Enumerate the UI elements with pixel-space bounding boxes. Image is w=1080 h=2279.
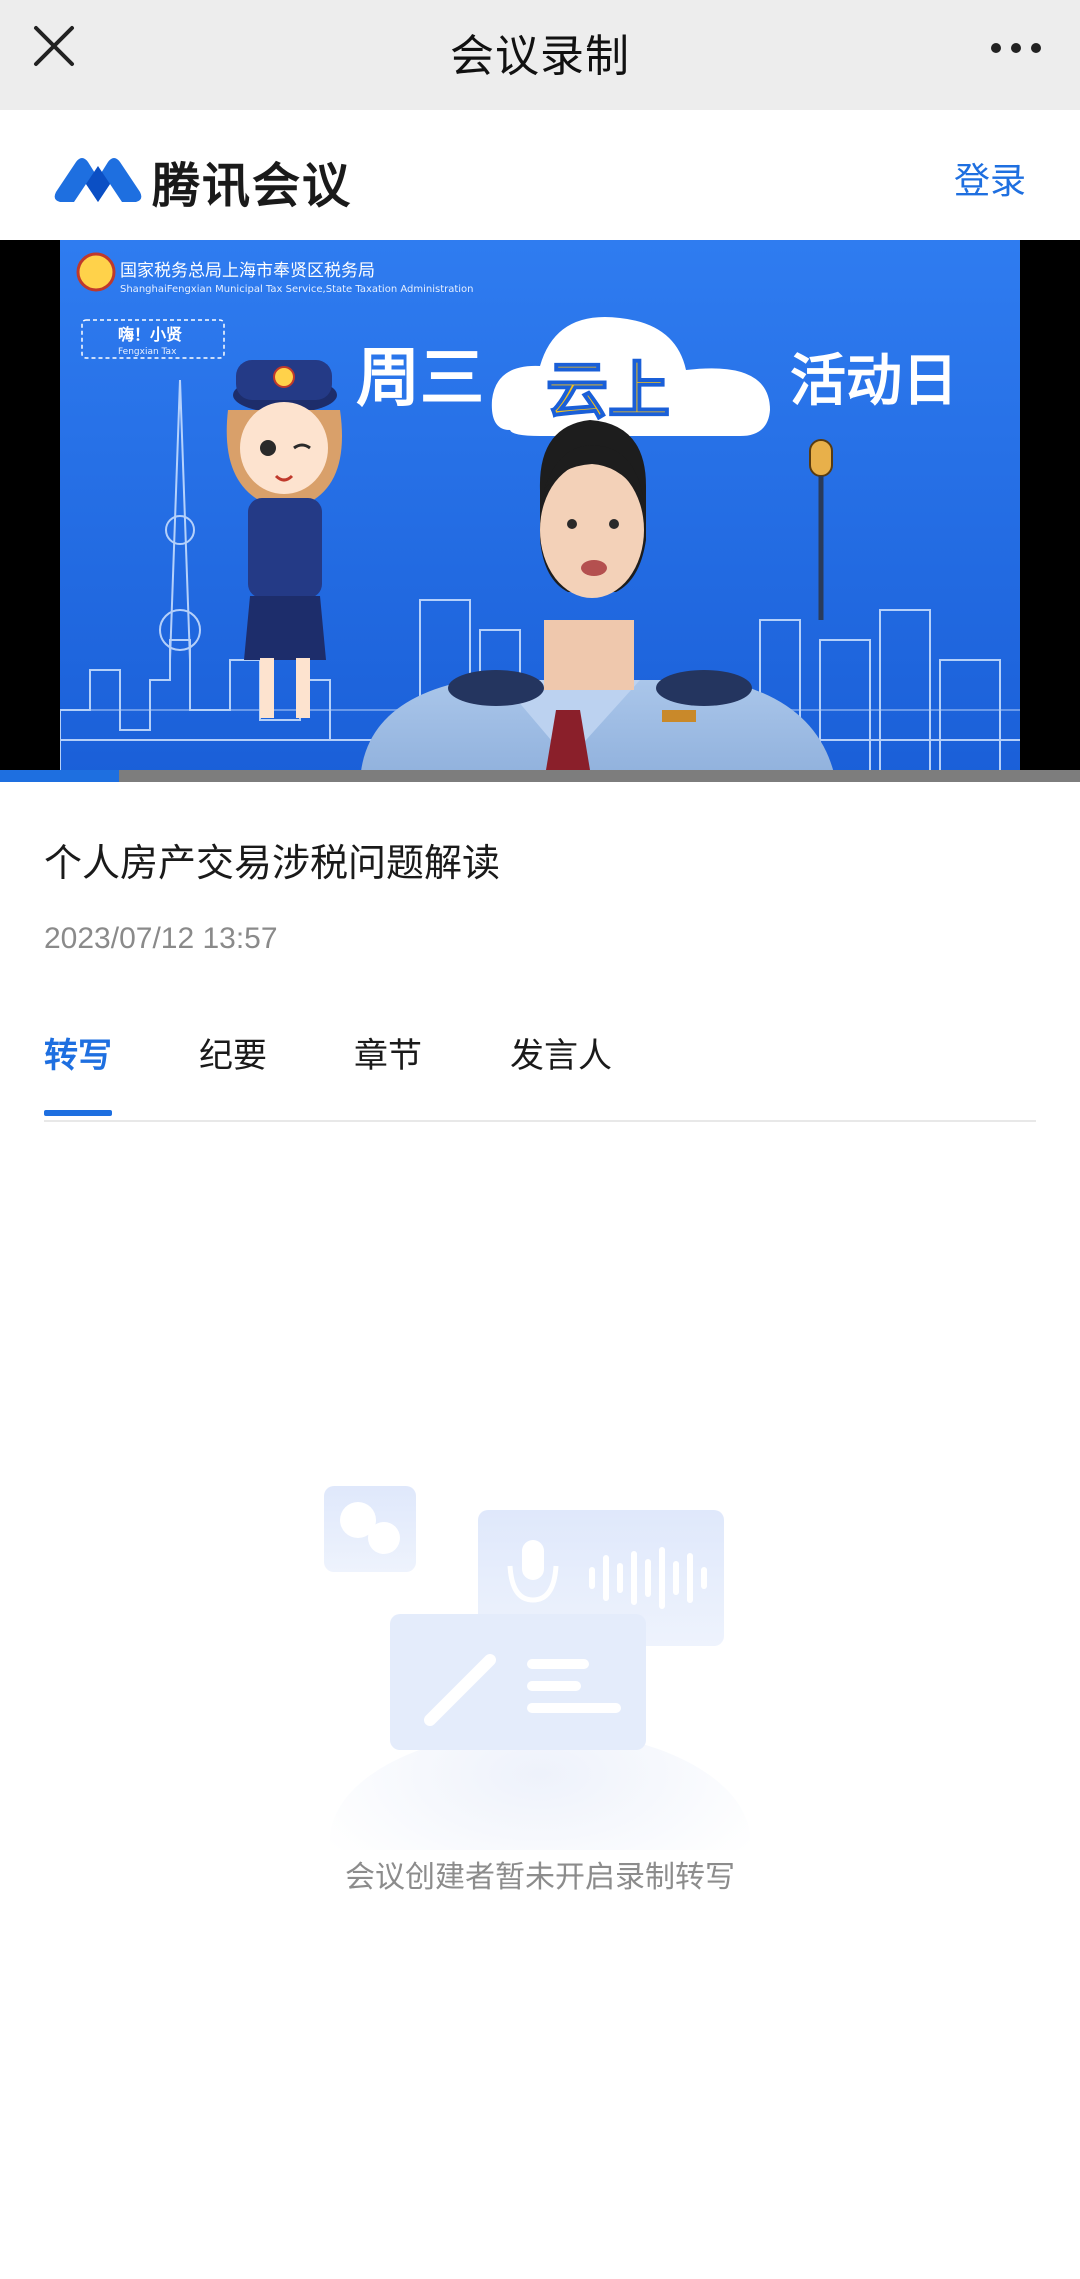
tab-speakers[interactable]: 发言人 [510, 1028, 612, 1077]
tab-summary[interactable]: 纪要 [199, 1028, 267, 1077]
banner-left-text: 周三 [356, 342, 484, 416]
video-badge-en: Fengxian Tax [118, 347, 177, 357]
video-progress-bar[interactable] [0, 770, 1080, 782]
video-frame: 国家税务总局上海市奉贤区税务局 ShanghaiFengxian Municip… [0, 240, 1080, 782]
empty-transcript-illustration [324, 1486, 750, 1850]
top-navigation-bar: 会议录制 [0, 0, 1080, 110]
banner-cloud-text: 云上 [546, 354, 670, 427]
video-progress-fill [0, 770, 119, 782]
content-tabs: 转写 纪要 章节 发言人 [44, 1028, 1036, 1122]
brand-bar: 腾讯会议 登录 [0, 110, 1080, 240]
empty-state-message: 会议创建者暂未开启录制转写 [345, 1860, 735, 1895]
tab-chapters[interactable]: 章节 [354, 1028, 422, 1077]
tab-transcript[interactable]: 转写 [44, 1028, 112, 1077]
meeting-time: 2023/07/12 13:57 [44, 922, 278, 955]
more-dots-icon[interactable] [988, 28, 1044, 68]
page-title: 会议录制 [450, 31, 630, 82]
active-tab-indicator [44, 1110, 112, 1116]
login-link[interactable]: 登录 [954, 152, 1026, 204]
video-player[interactable]: 国家税务总局上海市奉贤区税务局 ShanghaiFengxian Municip… [0, 240, 1080, 782]
tencent-meeting-logo-icon [54, 158, 142, 202]
video-badge: 嗨！小贤 [118, 325, 182, 344]
video-org-name-en: ShanghaiFengxian Municipal Tax Service,S… [120, 284, 474, 295]
banner-right-text: 活动日 [790, 349, 958, 414]
brand-name: 腾讯会议 [152, 158, 353, 214]
meeting-title: 个人房产交易涉税问题解读 [44, 841, 501, 885]
video-org-name: 国家税务总局上海市奉贤区税务局 [120, 261, 375, 281]
